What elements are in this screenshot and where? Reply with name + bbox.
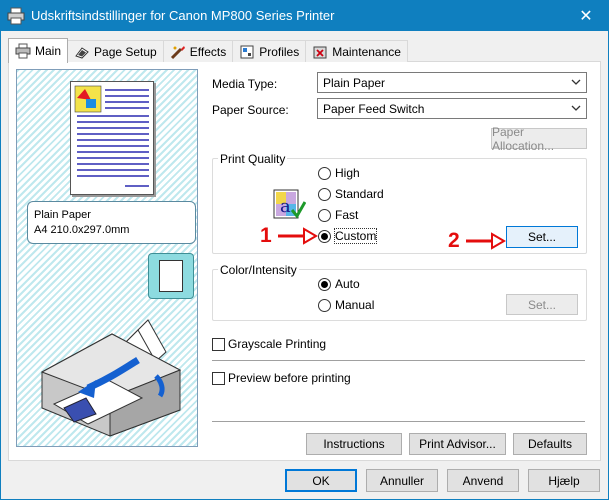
help-button[interactable]: Hjælp [528, 469, 600, 492]
chevron-down-icon [571, 79, 581, 85]
quality-custom-label: Custom [333, 228, 378, 244]
print-advisor-button[interactable]: Print Advisor... [409, 433, 506, 455]
instructions-button[interactable]: Instructions [306, 433, 402, 455]
orientation-indicator [148, 253, 194, 299]
effects-icon [170, 45, 185, 59]
paper-source-select[interactable]: Paper Feed Switch [317, 98, 587, 119]
checkbox-indicator [212, 371, 225, 385]
right-arrow-icon [465, 232, 506, 250]
right-arrow-icon [277, 227, 318, 245]
tab-effects[interactable]: Effects [162, 40, 234, 62]
media-type-select[interactable]: Plain Paper [317, 72, 587, 93]
tab-label: Profiles [259, 44, 300, 59]
marker-number: 2 [448, 229, 460, 252]
defaults-button[interactable]: Defaults [513, 433, 587, 455]
color-manual-label: Manual [335, 298, 375, 312]
quality-high-radio[interactable]: High [318, 166, 360, 180]
close-icon: ✕ [579, 7, 593, 25]
tab-label: Maintenance [332, 44, 401, 59]
color-auto-radio[interactable]: Auto [318, 277, 360, 291]
divider [212, 360, 585, 361]
quality-fast-radio[interactable]: Fast [318, 208, 358, 222]
page-preview-sheet [70, 81, 154, 195]
grayscale-printing-label: Grayscale Printing [228, 337, 327, 351]
tab-maintenance[interactable]: Maintenance [305, 40, 408, 62]
marker-number: 1 [260, 224, 272, 247]
color-set-button[interactable]: Set... [506, 294, 578, 315]
paper-size-summary: A4 210.0x297.0mm [34, 224, 130, 236]
print-quality-icon: a [273, 189, 306, 219]
window-title: Udskriftsindstillinger for Canon MP800 S… [31, 8, 335, 23]
tab-profiles[interactable]: Profiles [232, 40, 307, 62]
annotation-marker-1: 1 [260, 224, 318, 248]
tab-strip: Main Page Setup Effects Profiles Mainten… [8, 38, 408, 63]
printer-icon [7, 7, 25, 24]
quality-fast-label: Fast [335, 208, 359, 222]
title-bar: Udskriftsindstillinger for Canon MP800 S… [0, 0, 609, 31]
tab-page-setup[interactable]: Page Setup [67, 40, 164, 62]
main-icon [15, 43, 31, 59]
print-quality-title: Print Quality [218, 152, 288, 166]
tab-label: Main [35, 44, 62, 58]
preview-before-printing-label: Preview before printing [228, 371, 351, 385]
radio-indicator [318, 187, 331, 201]
portrait-page-icon [159, 260, 183, 292]
tab-main[interactable]: Main [8, 38, 69, 63]
page-setup-icon [75, 46, 89, 59]
color-intensity-title: Color/Intensity [218, 263, 299, 277]
divider [212, 421, 585, 422]
grayscale-printing-checkbox[interactable]: Grayscale Printing [212, 337, 326, 351]
color-auto-label: Auto [335, 277, 360, 291]
radio-indicator [318, 298, 331, 312]
svg-text:a: a [280, 196, 291, 217]
paper-source-value: Paper Feed Switch [323, 101, 425, 116]
media-summary-box: Plain Paper A4 210.0x297.0mm [27, 201, 196, 244]
quality-standard-label: Standard [335, 187, 384, 201]
tab-label: Page Setup [94, 44, 157, 59]
close-button[interactable]: ✕ [563, 0, 609, 31]
checkbox-indicator [212, 337, 225, 351]
media-type-label: Media Type: [212, 77, 278, 91]
media-type-summary: Plain Paper [34, 209, 91, 221]
paper-source-label: Paper Source: [212, 103, 289, 117]
profiles-icon [240, 45, 254, 58]
cancel-button[interactable]: Annuller [366, 469, 438, 492]
radio-indicator [318, 229, 331, 243]
quality-custom-radio[interactable]: Custom [318, 228, 378, 244]
ok-button[interactable]: OK [285, 469, 357, 492]
radio-indicator [318, 166, 331, 180]
media-type-value: Plain Paper [323, 75, 386, 90]
quality-set-button[interactable]: Set... [506, 226, 578, 248]
quality-high-label: High [335, 166, 360, 180]
page-layout-illustration [74, 85, 149, 187]
quality-standard-radio[interactable]: Standard [318, 187, 384, 201]
printer-illustration [40, 319, 182, 437]
preview-before-printing-checkbox[interactable]: Preview before printing [212, 371, 351, 385]
radio-indicator [318, 277, 331, 291]
apply-button[interactable]: Anvend [447, 469, 519, 492]
tab-label: Effects [189, 44, 227, 59]
radio-indicator [318, 208, 331, 222]
chevron-down-icon [571, 105, 581, 111]
annotation-marker-2: 2 [448, 229, 506, 253]
maintenance-icon [313, 46, 327, 58]
paper-allocation-button[interactable]: Paper Allocation... [491, 125, 587, 153]
color-manual-radio[interactable]: Manual [318, 298, 374, 312]
